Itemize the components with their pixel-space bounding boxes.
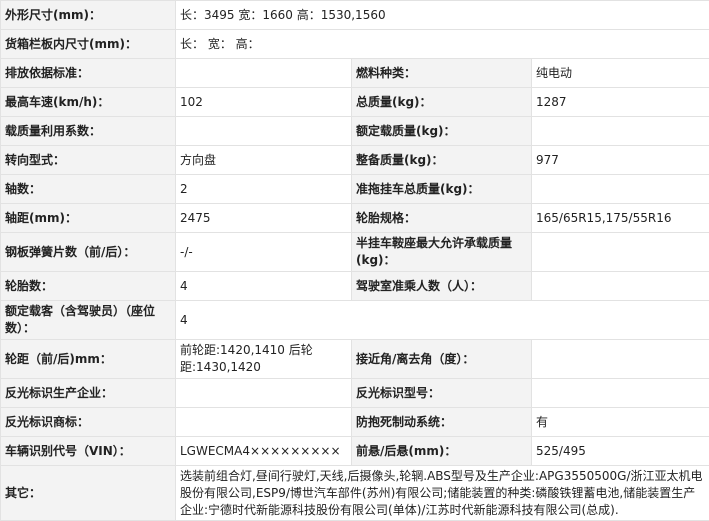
spec-label: 驾驶室准乘人数（人）： bbox=[351, 271, 532, 301]
spec-value bbox=[175, 116, 352, 146]
spec-value bbox=[530, 174, 709, 204]
spec-label: 燃料种类： bbox=[351, 58, 532, 88]
spec-label: 最高车速(km/h)： bbox=[0, 87, 176, 117]
spec-value: 前轮距:1420,1410 后轮距:1430,1420 bbox=[175, 339, 352, 379]
spec-value: 525/495 bbox=[530, 436, 709, 466]
spec-value: 2475 bbox=[175, 203, 352, 233]
spec-value bbox=[530, 116, 709, 146]
spec-value: 102 bbox=[175, 87, 352, 117]
table-row: 轴数： 2 准拖挂车总质量(kg)： bbox=[0, 174, 709, 204]
table-row: 轴距(mm)： 2475 轮胎规格： 165/65R15,175/55R16 bbox=[0, 203, 709, 233]
table-row: 转向型式： 方向盘 整备质量(kg)： 977 bbox=[0, 145, 709, 175]
spec-label: 货箱栏板内尺寸(mm)： bbox=[0, 29, 176, 59]
table-row: 其它： 选装前组合灯,昼间行驶灯,天线,后摄像头,轮辋.ABS型号及生产企业:A… bbox=[0, 465, 709, 521]
spec-label: 反光标识生产企业： bbox=[0, 378, 176, 408]
spec-label: 外形尺寸(mm)： bbox=[0, 0, 176, 30]
spec-value: 选装前组合灯,昼间行驶灯,天线,后摄像头,轮辋.ABS型号及生产企业:APG35… bbox=[174, 465, 709, 521]
spec-value: 有 bbox=[530, 407, 709, 437]
table-row: 外形尺寸(mm)： 长：3495 宽：1660 高：1530,1560 bbox=[0, 0, 709, 30]
spec-label: 接近角/离去角（度）： bbox=[351, 339, 532, 379]
spec-value bbox=[175, 58, 352, 88]
spec-label: 额定载质量(kg)： bbox=[351, 116, 532, 146]
table-row: 车辆识别代号（VIN）： LGWECMA4××××××××× 前悬/后悬(mm)… bbox=[0, 436, 709, 466]
spec-label: 轴距(mm)： bbox=[0, 203, 176, 233]
spec-value bbox=[530, 232, 709, 272]
table-row: 钢板弹簧片数（前/后）： -/- 半挂车鞍座最大允许承载质量(kg)： bbox=[0, 232, 709, 272]
table-row: 载质量利用系数： 额定载质量(kg)： bbox=[0, 116, 709, 146]
table-row: 额定载客（含驾驶员）（座位数）： 4 bbox=[0, 300, 709, 340]
spec-label: 车辆识别代号（VIN）： bbox=[0, 436, 176, 466]
spec-label: 准拖挂车总质量(kg)： bbox=[351, 174, 532, 204]
spec-label: 载质量利用系数： bbox=[0, 116, 176, 146]
spec-value: 2 bbox=[175, 174, 352, 204]
spec-value: LGWECMA4××××××××× bbox=[175, 436, 352, 466]
spec-label: 轮距（前/后)mm： bbox=[0, 339, 176, 379]
spec-label: 转向型式： bbox=[0, 145, 176, 175]
table-row: 反光标识生产企业： 反光标识型号： bbox=[0, 378, 709, 408]
spec-value: 方向盘 bbox=[175, 145, 352, 175]
spec-value: 长：3495 宽：1660 高：1530,1560 bbox=[174, 0, 709, 30]
spec-value: 165/65R15,175/55R16 bbox=[530, 203, 709, 233]
table-row: 最高车速(km/h)： 102 总质量(kg)： 1287 bbox=[0, 87, 709, 117]
spec-label: 整备质量(kg)： bbox=[351, 145, 532, 175]
spec-value: 977 bbox=[530, 145, 709, 175]
spec-label: 轮胎规格： bbox=[351, 203, 532, 233]
table-row: 反光标识商标： 防抱死制动系统： 有 bbox=[0, 407, 709, 437]
spec-value: 1287 bbox=[530, 87, 709, 117]
spec-label: 排放依据标准： bbox=[0, 58, 176, 88]
spec-label: 额定载客（含驾驶员）（座位数）： bbox=[0, 300, 176, 340]
spec-value bbox=[530, 339, 709, 379]
table-row: 货箱栏板内尺寸(mm)： 长： 宽： 高： bbox=[0, 29, 709, 59]
vehicle-spec-table: 外形尺寸(mm)： 长：3495 宽：1660 高：1530,1560 货箱栏板… bbox=[0, 0, 709, 521]
table-row: 排放依据标准： 燃料种类： 纯电动 bbox=[0, 58, 709, 88]
table-row: 轮距（前/后)mm： 前轮距:1420,1410 后轮距:1430,1420 接… bbox=[0, 339, 709, 379]
spec-value bbox=[530, 271, 709, 301]
spec-label: 反光标识商标： bbox=[0, 407, 176, 437]
spec-label: 其它： bbox=[0, 465, 176, 521]
spec-label: 总质量(kg)： bbox=[351, 87, 532, 117]
spec-label: 钢板弹簧片数（前/后）： bbox=[0, 232, 176, 272]
spec-label: 反光标识型号： bbox=[351, 378, 532, 408]
spec-label: 轴数： bbox=[0, 174, 176, 204]
spec-value: 纯电动 bbox=[530, 58, 709, 88]
spec-label: 前悬/后悬(mm)： bbox=[351, 436, 532, 466]
spec-value bbox=[175, 407, 352, 437]
spec-label: 防抱死制动系统： bbox=[351, 407, 532, 437]
spec-value bbox=[530, 378, 709, 408]
spec-label: 半挂车鞍座最大允许承载质量(kg)： bbox=[351, 232, 532, 272]
spec-value: 4 bbox=[175, 271, 352, 301]
table-row: 轮胎数： 4 驾驶室准乘人数（人）： bbox=[0, 271, 709, 301]
spec-value: 4 bbox=[174, 300, 709, 340]
spec-label: 轮胎数： bbox=[0, 271, 176, 301]
spec-value bbox=[175, 378, 352, 408]
spec-value: 长： 宽： 高： bbox=[174, 29, 709, 59]
spec-value: -/- bbox=[175, 232, 352, 272]
